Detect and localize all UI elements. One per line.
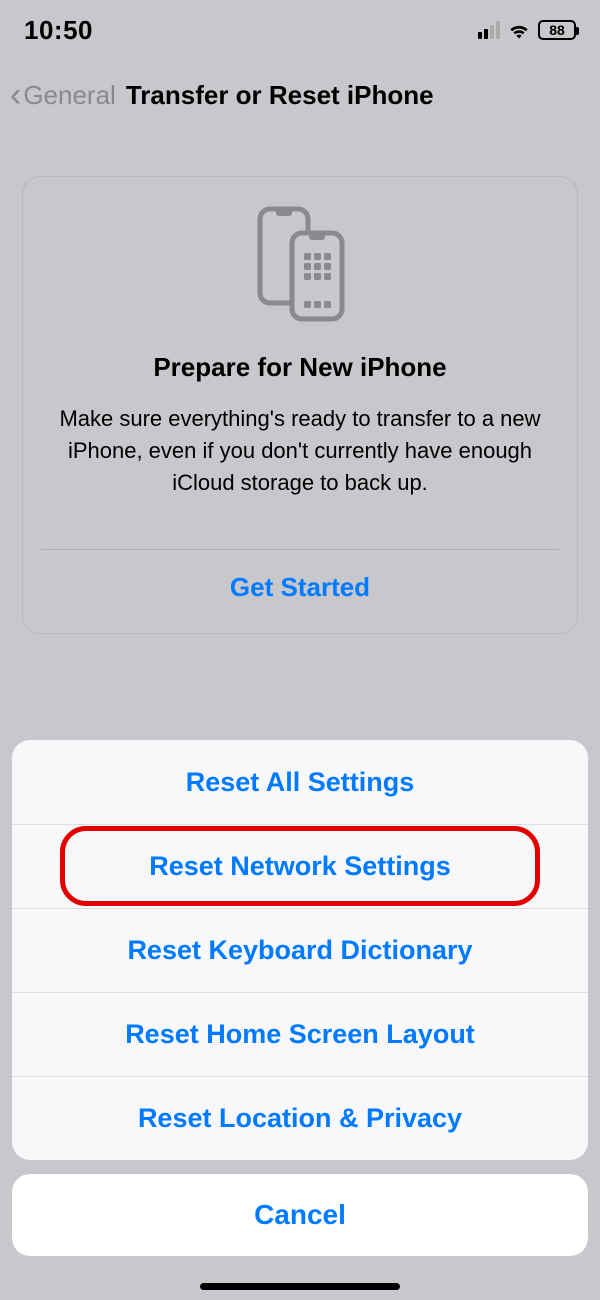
action-sheet: Reset All Settings Reset Network Setting… bbox=[0, 740, 600, 1300]
status-bar: 10:50 88 bbox=[0, 0, 600, 50]
reset-keyboard-dictionary-option[interactable]: Reset Keyboard Dictionary bbox=[12, 908, 588, 992]
chevron-left-icon: ‹ bbox=[10, 78, 21, 112]
home-indicator[interactable] bbox=[200, 1283, 400, 1290]
reset-all-settings-option[interactable]: Reset All Settings bbox=[12, 740, 588, 824]
reset-options-list: Reset All Settings Reset Network Setting… bbox=[12, 740, 588, 1160]
reset-location-privacy-option[interactable]: Reset Location & Privacy bbox=[12, 1076, 588, 1160]
back-label: General bbox=[23, 80, 116, 111]
reset-home-screen-layout-option[interactable]: Reset Home Screen Layout bbox=[12, 992, 588, 1076]
battery-percentage: 88 bbox=[549, 23, 565, 37]
cancel-button[interactable]: Cancel bbox=[12, 1174, 588, 1256]
devices-icon bbox=[252, 205, 348, 328]
status-time: 10:50 bbox=[24, 15, 93, 46]
get-started-button[interactable]: Get Started bbox=[23, 550, 577, 633]
page-title: Transfer or Reset iPhone bbox=[126, 80, 434, 111]
prepare-card: Prepare for New iPhone Make sure everyth… bbox=[22, 176, 578, 634]
battery-icon: 88 bbox=[538, 20, 576, 40]
cellular-signal-icon bbox=[478, 21, 500, 39]
reset-network-settings-option[interactable]: Reset Network Settings bbox=[12, 824, 588, 908]
card-title: Prepare for New iPhone bbox=[153, 352, 446, 383]
card-body: Make sure everything's ready to transfer… bbox=[49, 403, 551, 499]
wifi-icon bbox=[507, 21, 531, 39]
back-button[interactable]: ‹ General bbox=[10, 78, 116, 112]
nav-header: ‹ General Transfer or Reset iPhone bbox=[0, 50, 600, 126]
cancel-card: Cancel bbox=[12, 1174, 588, 1256]
status-indicators: 88 bbox=[478, 20, 576, 40]
